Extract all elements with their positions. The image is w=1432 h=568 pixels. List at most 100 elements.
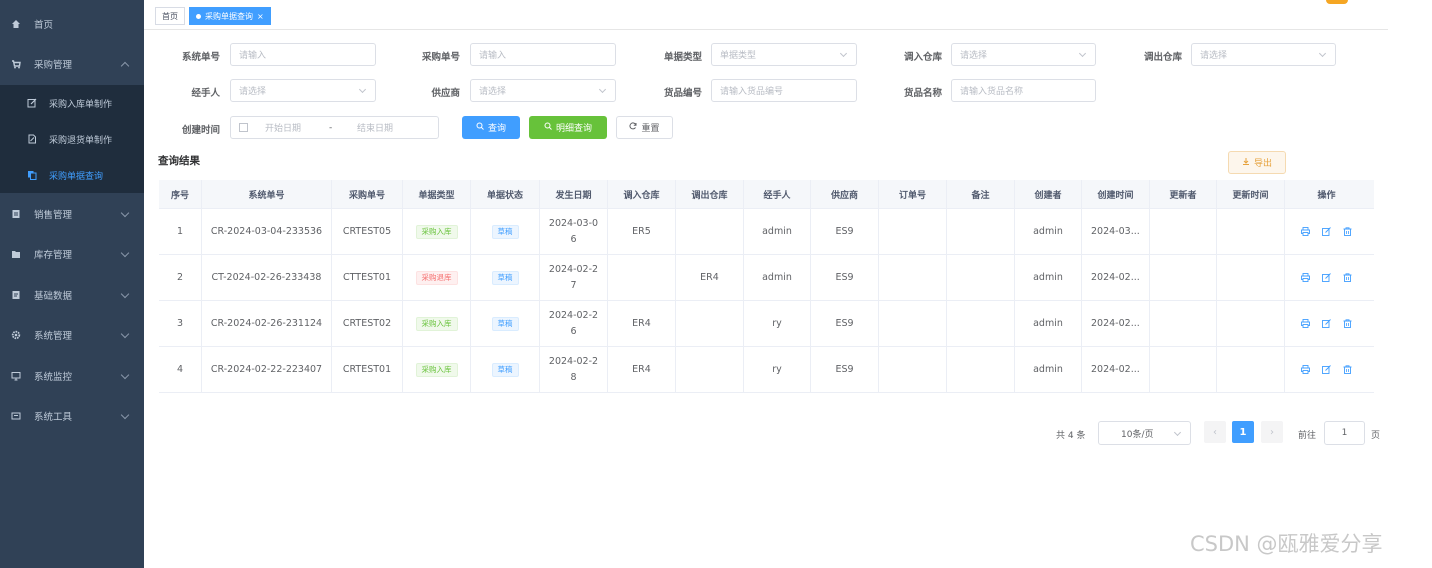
doc-type-cell: 采购入库 (403, 209, 471, 254)
sys-no-cell: CR-2024-03-04-233536 (202, 209, 332, 254)
out-warehouse-placeholder: 请选择 (1200, 51, 1228, 61)
page-number-button[interactable]: 1 (1232, 421, 1254, 443)
sidebar-sub-purchase-query[interactable]: 采购单据查询 (0, 157, 144, 193)
in-wh-cell (608, 255, 676, 300)
created-cell: 2024-02... (1082, 301, 1150, 346)
reset-button-label: 重置 (641, 124, 660, 134)
chevron-down-icon (120, 329, 130, 339)
export-button[interactable]: 导出 (1228, 151, 1286, 174)
sidebar-item-label: 销售管理 (34, 210, 73, 221)
prev-page-button[interactable]: ‹ (1204, 421, 1226, 443)
doc-type-badge: 采购入库 (415, 362, 458, 377)
system-no-label: 系统单号 (181, 52, 220, 63)
in-warehouse-select[interactable]: 请选择 (951, 43, 1096, 66)
column-header: 序号 (159, 180, 202, 208)
status-badge: 草稿 (491, 224, 519, 239)
handler-select[interactable]: 请选择 (230, 79, 376, 102)
sidebar-item-tools[interactable]: 系统工具 (0, 396, 144, 436)
delete-icon[interactable] (1343, 273, 1352, 282)
edit-icon[interactable] (1322, 273, 1331, 282)
sys-no-cell: CR-2024-02-26-231124 (202, 301, 332, 346)
status-badge: 草稿 (491, 362, 519, 377)
sidebar-sub-label: 采购退货单制作 (49, 135, 113, 146)
goods-code-input[interactable]: 请输入货品编号 (711, 79, 857, 102)
edit-icon (27, 98, 37, 108)
column-header: 创建者 (1015, 180, 1082, 208)
page-size-select[interactable]: 10条/页 (1098, 421, 1191, 445)
edit-icon[interactable] (1322, 319, 1331, 328)
delete-icon[interactable] (1343, 319, 1352, 328)
in-warehouse-label: 调入仓库 (903, 52, 942, 63)
watermark: CSDN @瓯雅爱分享 (1190, 532, 1383, 556)
sidebar-item-sales[interactable]: 销售管理 (0, 194, 144, 234)
edit-icon[interactable] (1322, 365, 1331, 374)
sidebar-item-system[interactable]: 系统管理 (0, 315, 144, 355)
chevron-down-icon (1173, 428, 1182, 437)
edit-icon[interactable] (1322, 227, 1331, 236)
tag-current[interactable]: 采购单据查询 × (189, 7, 271, 25)
section-title: 查询结果 (158, 155, 200, 167)
updated-cell (1217, 255, 1285, 300)
doc-type-badge: 采购入库 (415, 224, 458, 239)
supplier-placeholder: 请选择 (479, 87, 507, 97)
doc-type-cell: 采购退库 (403, 255, 471, 300)
sidebar-sub-purchase-in[interactable]: 采购入库单制作 (0, 85, 144, 121)
table-row: 3 CR-2024-02-26-231124 CRTEST02 采购入库 草稿 2024-… (159, 301, 1374, 347)
download-icon (1242, 157, 1250, 168)
creator-cell: admin (1015, 209, 1082, 254)
created-time-label: 创建时间 (181, 125, 220, 136)
date-text: 6 (570, 325, 577, 337)
close-icon[interactable]: × (257, 12, 264, 21)
supplier-label: 供应商 (431, 88, 460, 99)
sidebar-item-home[interactable]: 首页 (0, 4, 144, 44)
supplier-cell: ES9 (811, 209, 879, 254)
goods-name-input[interactable]: 请输入货品名称 (951, 79, 1096, 102)
creator-cell: admin (1015, 347, 1082, 392)
actions-cell (1285, 347, 1368, 392)
refresh-icon (629, 122, 637, 133)
actions-cell (1285, 209, 1368, 254)
sidebar-item-inventory[interactable]: 库存管理 (0, 234, 144, 274)
created-date-range[interactable]: 开始日期 - 结束日期 (230, 116, 439, 139)
page-size-value: 10条/页 (1121, 429, 1154, 440)
remark-cell (947, 347, 1015, 392)
page-unit-label: 页 (1371, 431, 1381, 441)
date-text: 8 (570, 371, 577, 383)
purchase-no-input[interactable]: 请输入 (470, 43, 616, 66)
document-icon (11, 290, 21, 300)
updater-cell (1150, 347, 1217, 392)
next-page-button[interactable]: › (1261, 421, 1283, 443)
column-header: 发生日期 (540, 180, 608, 208)
sidebar-item-base-data[interactable]: 基础数据 (0, 275, 144, 315)
reset-button[interactable]: 重置 (616, 116, 673, 139)
sidebar-sub-purchase-return[interactable]: 采购退货单制作 (0, 121, 144, 157)
tag-home[interactable]: 首页 (155, 7, 185, 25)
date-cell: 2024-02-2 8 (540, 347, 608, 392)
updated-cell (1217, 301, 1285, 346)
column-header: 创建时间 (1082, 180, 1150, 208)
doc-type-select[interactable]: 单据类型 (711, 43, 857, 66)
delete-icon[interactable] (1343, 227, 1352, 236)
handler-cell: ry (744, 347, 811, 392)
document-icon (11, 209, 21, 219)
sidebar-item-monitor[interactable]: 系统监控 (0, 356, 144, 396)
out-wh-cell: ER4 (676, 255, 744, 300)
sidebar: 首页 采购管理 采购入库单制作 采购退货单制作 采购单据查询 销售管理 库存管理… (0, 0, 144, 568)
print-icon[interactable] (1301, 365, 1310, 374)
detail-search-button-label: 明细查询 (555, 124, 592, 134)
detail-search-button[interactable]: 明细查询 (529, 116, 607, 139)
print-icon[interactable] (1301, 319, 1310, 328)
table-row: 2 CT-2024-02-26-233438 CTTEST01 采购退库 草稿 2024-… (159, 255, 1374, 301)
sidebar-item-label: 采购管理 (34, 60, 73, 71)
search-button[interactable]: 查询 (462, 116, 520, 139)
system-no-input[interactable]: 请输入 (230, 43, 376, 66)
column-header: 经手人 (744, 180, 811, 208)
sidebar-item-purchase[interactable]: 采购管理 (0, 44, 144, 84)
supplier-select[interactable]: 请选择 (470, 79, 616, 102)
goto-page-input[interactable]: 1 (1324, 421, 1365, 445)
print-icon[interactable] (1301, 273, 1310, 282)
out-warehouse-select[interactable]: 请选择 (1191, 43, 1336, 66)
handler-cell: ry (744, 301, 811, 346)
print-icon[interactable] (1301, 227, 1310, 236)
delete-icon[interactable] (1343, 365, 1352, 374)
